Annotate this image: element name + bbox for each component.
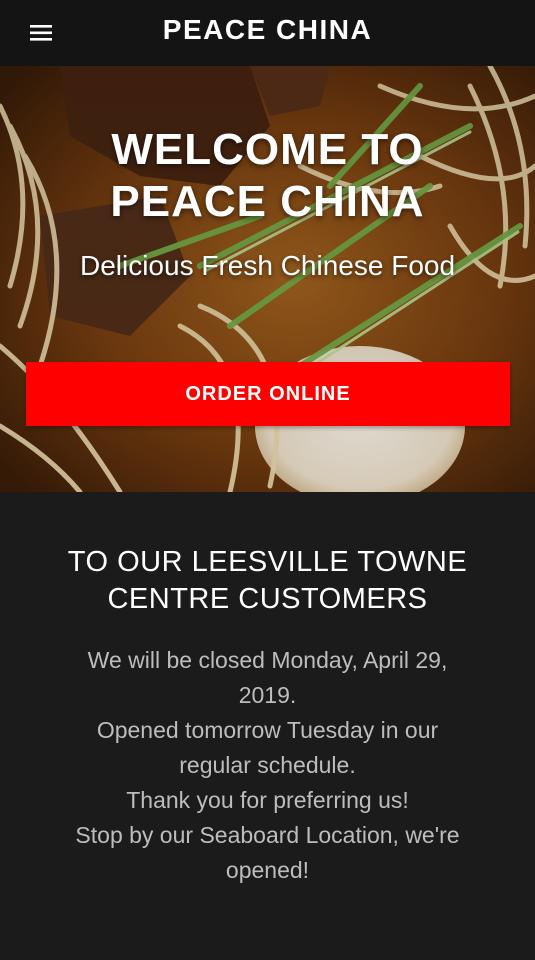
order-online-button[interactable]: ORDER ONLINE xyxy=(26,362,510,426)
notice-heading-line-2: CENTRE CUSTOMERS xyxy=(107,583,428,615)
hero-title-line-1: WELCOME TO xyxy=(111,125,424,174)
notice-line: We will be closed Monday, April 29, xyxy=(87,647,448,673)
notice-body: We will be closed Monday, April 29, 2019… xyxy=(20,643,515,888)
notice-line: Stop by our Seaboard Location, we're xyxy=(75,822,460,848)
notice-line: Thank you for preferring us! xyxy=(126,787,409,813)
notice-heading: TO OUR LEESVILLE TOWNE CENTRE CUSTOMERS xyxy=(20,544,515,618)
site-header: PEACE CHINA xyxy=(0,0,535,66)
notice-line: Opened tomorrow Tuesday in our xyxy=(96,717,439,743)
notice-line: 2019. xyxy=(238,682,297,708)
site-brand[interactable]: PEACE CHINA xyxy=(0,14,535,46)
notice-heading-line-1: TO OUR LEESVILLE TOWNE xyxy=(67,546,468,578)
notice-line: regular schedule. xyxy=(179,752,356,778)
notice-line: opened! xyxy=(225,857,310,883)
hero-title: WELCOME TO PEACE CHINA xyxy=(0,124,535,228)
hero-title-line-2: PEACE CHINA xyxy=(110,177,425,226)
page: PEACE CHINA WELCOME TO PEACE CHINA Delic… xyxy=(0,0,535,960)
hero-subtitle: Delicious Fresh Chinese Food xyxy=(79,250,456,281)
hero-banner: WELCOME TO PEACE CHINA Delicious Fresh C… xyxy=(0,66,535,492)
